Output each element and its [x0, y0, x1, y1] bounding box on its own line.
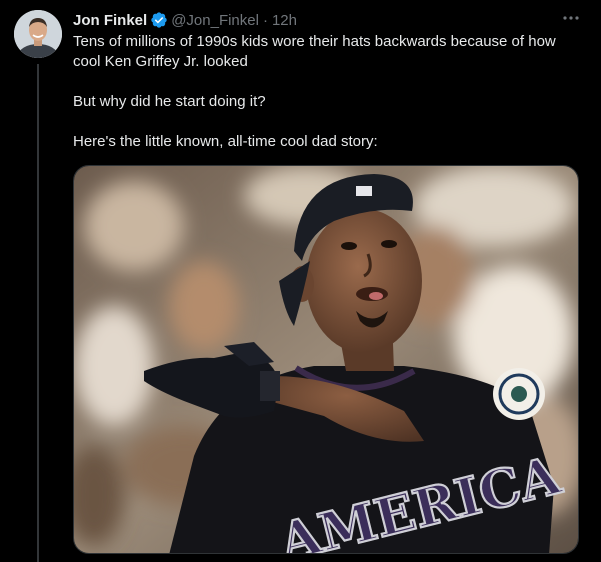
thread-line — [37, 64, 39, 562]
baseball-player-photo: AMERICA — [74, 166, 578, 553]
tweet-photo[interactable]: AMERICA — [73, 165, 579, 554]
tweet-text: Tens of millions of 1990s kids wore thei… — [73, 32, 573, 152]
author-name[interactable]: Jon Finkel — [73, 12, 147, 29]
more-options-button[interactable] — [559, 8, 583, 28]
ellipsis-icon — [563, 16, 579, 20]
tweet-text-line-2: But why did he start doing it? — [73, 93, 266, 110]
verified-badge-icon[interactable] — [150, 11, 168, 29]
tweet-timestamp[interactable]: 12h — [272, 12, 297, 29]
author-avatar[interactable] — [14, 10, 62, 58]
author-handle[interactable]: @Jon_Finkel — [171, 12, 259, 29]
tweet-text-line-1: Tens of millions of 1990s kids wore thei… — [73, 33, 556, 70]
separator-dot: · — [262, 11, 268, 29]
tweet-text-line-3: Here's the little known, all-time cool d… — [73, 133, 378, 150]
tweet-card: Jon Finkel @Jon_Finkel · 12h Tens of mil… — [0, 0, 601, 562]
profile-photo-icon — [14, 10, 62, 58]
tweet-header: Jon Finkel @Jon_Finkel · 12h — [73, 10, 297, 30]
